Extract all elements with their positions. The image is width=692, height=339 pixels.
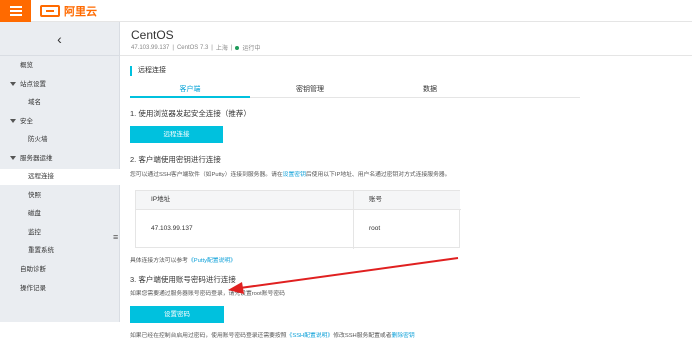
aliyun-logo[interactable]: 阿里云 — [40, 4, 97, 18]
sidebar-item-self-diagnose[interactable]: 自助诊断 — [0, 262, 120, 278]
sidebar-item-remote-connect[interactable]: 远程连接 — [0, 169, 120, 185]
section-title: 远程连接 — [130, 66, 166, 76]
sidebar-item-reset-system[interactable]: 重置系统 — [0, 243, 120, 259]
collapse-sidebar-icon[interactable]: ‹ — [0, 22, 119, 56]
sidebar-item-overview[interactable]: 概览 — [0, 58, 120, 74]
sidebar-item-disk[interactable]: 磁盘 — [0, 206, 120, 222]
active-tab-indicator — [130, 96, 250, 98]
table-header-account: 账号 — [354, 191, 460, 209]
caret-down-icon — [10, 119, 16, 124]
separator: | — [172, 44, 174, 51]
connection-tabs: 客户端 密钥管理 数据 — [130, 84, 580, 98]
server-header: CentOS 47.103.99.137 | CentOS 7.3 | 上海 |… — [120, 22, 692, 56]
tab-data[interactable]: 数据 — [370, 84, 490, 98]
server-ip: 47.103.99.137 — [131, 44, 170, 51]
sidebar-item-snapshot[interactable]: 快照 — [0, 188, 120, 204]
table-header-ip: IP地址 — [136, 191, 353, 209]
step3-title: 3. 客户端使用账号密码进行连接 — [130, 275, 236, 284]
status-dot-icon — [235, 45, 240, 50]
separator: | — [211, 44, 213, 51]
putty-config-link[interactable]: 《Putty配置说明》 — [188, 258, 236, 264]
page-title: CentOS — [131, 28, 174, 42]
sidebar-item-server-ops[interactable]: 服务器运维 — [0, 151, 120, 167]
server-status: 运行中 — [242, 46, 261, 52]
table-cell-ip: 47.103.99.137 — [151, 225, 193, 232]
remote-connect-button[interactable]: 远程连接 — [130, 126, 223, 143]
aliyun-logo-icon — [40, 5, 60, 17]
ssh-config-link[interactable]: 《SSH配置说明》 — [287, 333, 334, 339]
server-region: 上海 — [215, 46, 228, 52]
sidebar-item-monitor[interactable]: 监控 — [0, 225, 120, 241]
hamburger-menu-icon[interactable] — [0, 0, 31, 22]
sidebar-item-firewall[interactable]: 防火墙 — [0, 132, 120, 148]
caret-down-icon — [10, 82, 16, 87]
set-password-button[interactable]: 设置密码 — [130, 306, 224, 323]
credentials-table: IP地址 账号 47.103.99.137 root — [135, 190, 461, 249]
set-key-link[interactable]: 设置密钥 — [283, 172, 306, 178]
main-content: CentOS 47.103.99.137 | CentOS 7.3 | 上海 |… — [120, 22, 692, 339]
server-os: CentOS 7.3 — [176, 44, 209, 51]
table-cell-account: root — [369, 225, 381, 232]
step2-title: 2. 客户端使用密钥进行连接 — [130, 155, 221, 164]
server-subinfo: 47.103.99.137 | CentOS 7.3 | 上海 | 运行中 — [131, 43, 261, 53]
sidebar: ‹ 概览 站点设置 域名 安全 防火墙 服务器运维 远程连接 快照 磁盘 监控 … — [0, 22, 120, 322]
sidebar-item-security[interactable]: 安全 — [0, 114, 120, 130]
top-bar: 阿里云 — [0, 0, 692, 22]
sidebar-item-domain[interactable]: 域名 — [0, 95, 120, 111]
sidebar-item-operation-log[interactable]: 操作记录 — [0, 281, 120, 297]
step1-title: 1. 使用浏览器发起安全连接（推荐） — [130, 109, 251, 118]
tab-key-management[interactable]: 密钥管理 — [250, 84, 370, 98]
sidebar-item-site-settings[interactable]: 站点设置 — [0, 77, 120, 93]
separator: | — [230, 44, 233, 51]
ssh-note: 如果已经在控制台启用过密码，使用账号密码登录还需要按照《SSH配置说明》修改SS… — [130, 333, 415, 339]
putty-reference: 具体连接方法可以参考《Putty配置说明》 — [130, 258, 236, 264]
step3-description: 如果您需要通过服务器账号密码登录，请先设置root账号密码 — [130, 291, 285, 297]
caret-down-icon — [10, 156, 16, 161]
logo-text: 阿里云 — [64, 6, 97, 18]
delete-key-link[interactable]: 删除密钥 — [392, 333, 415, 339]
step2-description: 您可以通过SSH客户端软件（如Putty）连接到服务器。请在设置密钥后使用以下I… — [130, 172, 451, 178]
